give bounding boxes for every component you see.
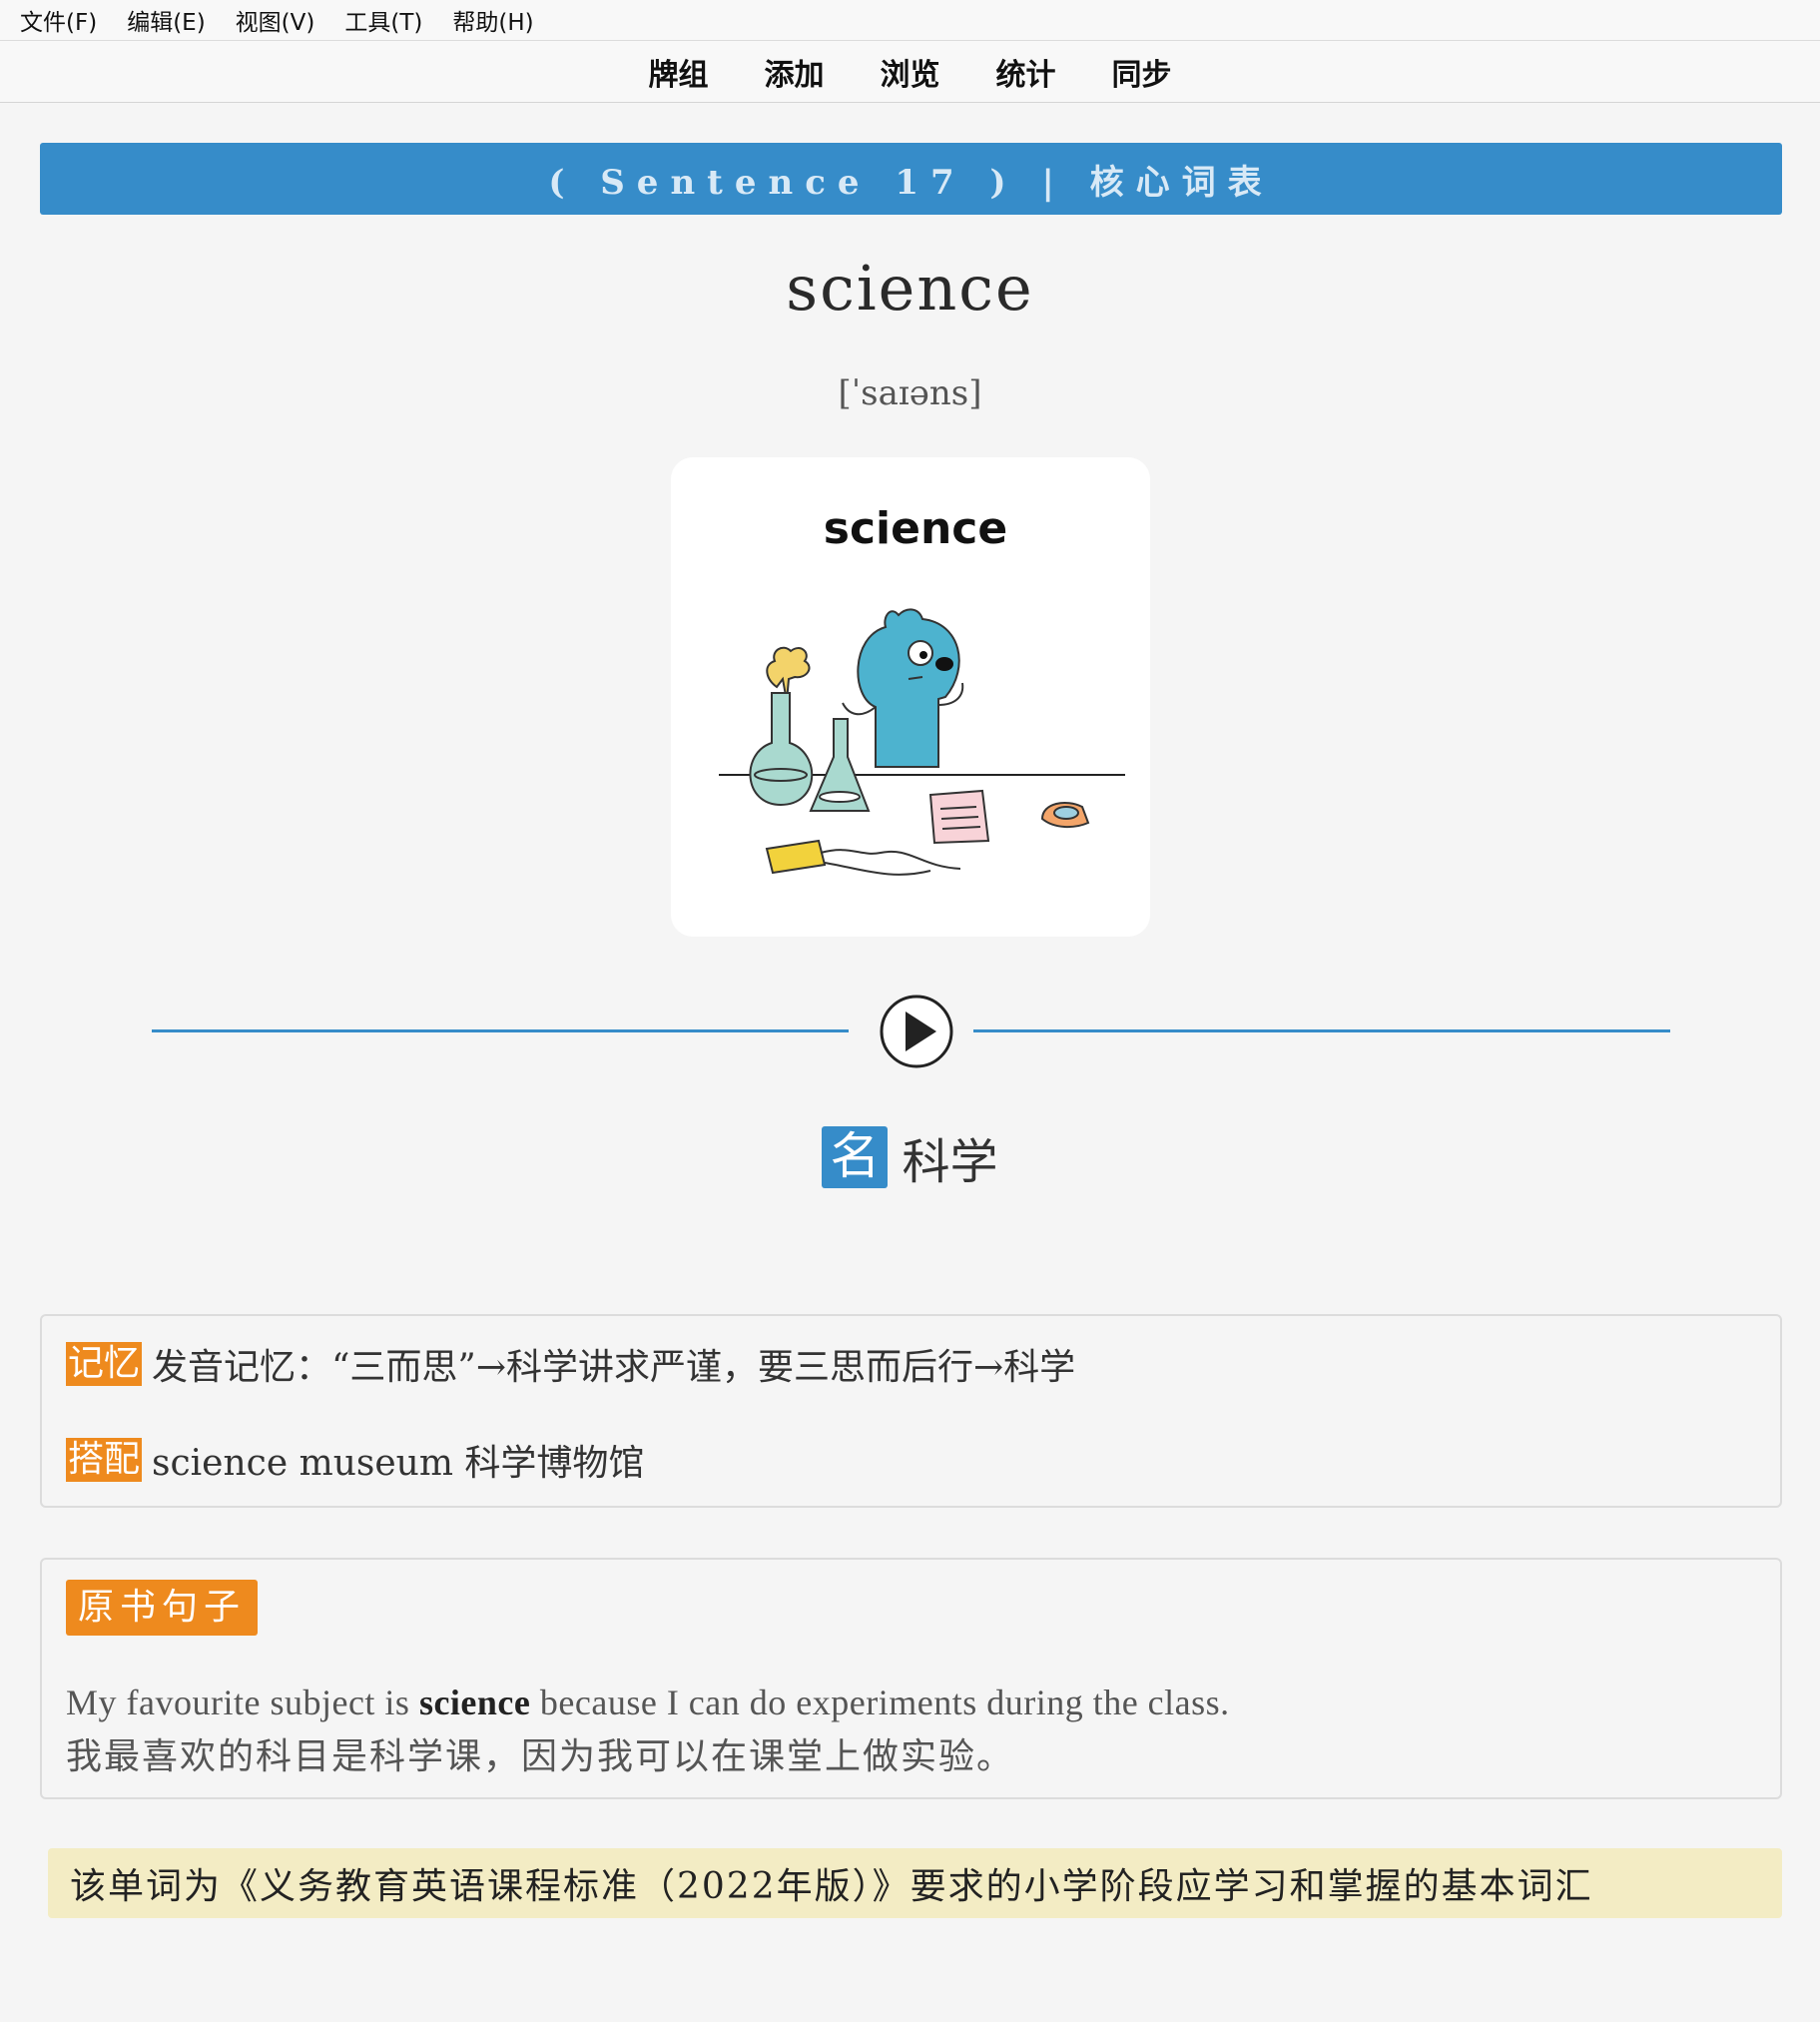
divider-left [152, 1029, 849, 1032]
menu-file[interactable]: 文件(F) [20, 3, 97, 37]
main-toolbar: 牌组 添加 浏览 统计 同步 [0, 41, 1820, 103]
word-title: science [786, 252, 1034, 325]
toolbar-browse-button[interactable]: 浏览 [881, 50, 940, 94]
toolbar-sync-button[interactable]: 同步 [1112, 50, 1172, 94]
collocation-text: science museum 科学博物馆 [152, 1443, 645, 1484]
illustration-card: science [671, 457, 1150, 937]
illustration-caption: science [824, 503, 1007, 554]
example-en-before: My favourite subject is [66, 1683, 419, 1722]
menu-edit[interactable]: 编辑(E) [127, 3, 205, 37]
toolbar-decks-button[interactable]: 牌组 [649, 50, 709, 94]
divider-right [973, 1029, 1670, 1032]
collocation-row: 搭配 science museum 科学博物馆 [66, 1434, 644, 1486]
menu-tools[interactable]: 工具(T) [344, 3, 422, 37]
example-english: My favourite subject is science because … [66, 1682, 1230, 1723]
play-icon [880, 995, 953, 1068]
memory-row: 记忆 发音记忆：“三而思”→科学讲求严谨，要三思而后行→科学 [66, 1338, 1075, 1390]
curriculum-note-text: 该单词为《义务教育英语课程标准（2022年版）》要求的小学阶段应学习和掌握的基本… [70, 1866, 1593, 1907]
toolbar-stats-button[interactable]: 统计 [996, 50, 1056, 94]
memory-text: 发音记忆：“三而思”→科学讲求严谨，要三思而后行→科学 [152, 1347, 1076, 1388]
example-tag: 原书句子 [66, 1580, 259, 1636]
curriculum-note: 该单词为《义务教育英语课程标准（2022年版）》要求的小学阶段应学习和掌握的基本… [48, 1848, 1782, 1918]
memory-box: 记忆 发音记忆：“三而思”→科学讲求严谨，要三思而后行→科学 搭配 scienc… [40, 1314, 1782, 1508]
example-keyword: science [418, 1683, 531, 1722]
menu-view[interactable]: 视图(V) [236, 3, 315, 37]
meaning-row: 名 科学 [0, 1122, 1820, 1192]
collocation-tag: 搭配 [66, 1438, 143, 1482]
deck-banner: ( Sentence 17 ) | 核心词表 [40, 143, 1782, 215]
play-audio-button[interactable] [879, 994, 954, 1069]
memory-tag: 记忆 [66, 1342, 143, 1386]
part-of-speech-badge: 名 [822, 1126, 889, 1188]
toolbar-add-button[interactable]: 添加 [765, 50, 825, 94]
example-chinese: 我最喜欢的科目是科学课，因为我可以在课堂上做实验。 [66, 1736, 1015, 1777]
word-phonetic: [ˈsaɪəns] [838, 373, 982, 413]
menu-help[interactable]: 帮助(H) [452, 3, 533, 37]
example-en-after: because I can do experiments during the … [530, 1683, 1230, 1722]
science-illustration: science [719, 503, 1125, 876]
example-box: 原书句子 My favourite subject is science bec… [40, 1558, 1782, 1799]
menu-bar: 文件(F) 编辑(E) 视图(V) 工具(T) 帮助(H) [0, 0, 1820, 41]
deck-banner-text: ( Sentence 17 ) | 核心词表 [548, 162, 1274, 203]
meaning-text: 科学 [902, 1134, 998, 1190]
